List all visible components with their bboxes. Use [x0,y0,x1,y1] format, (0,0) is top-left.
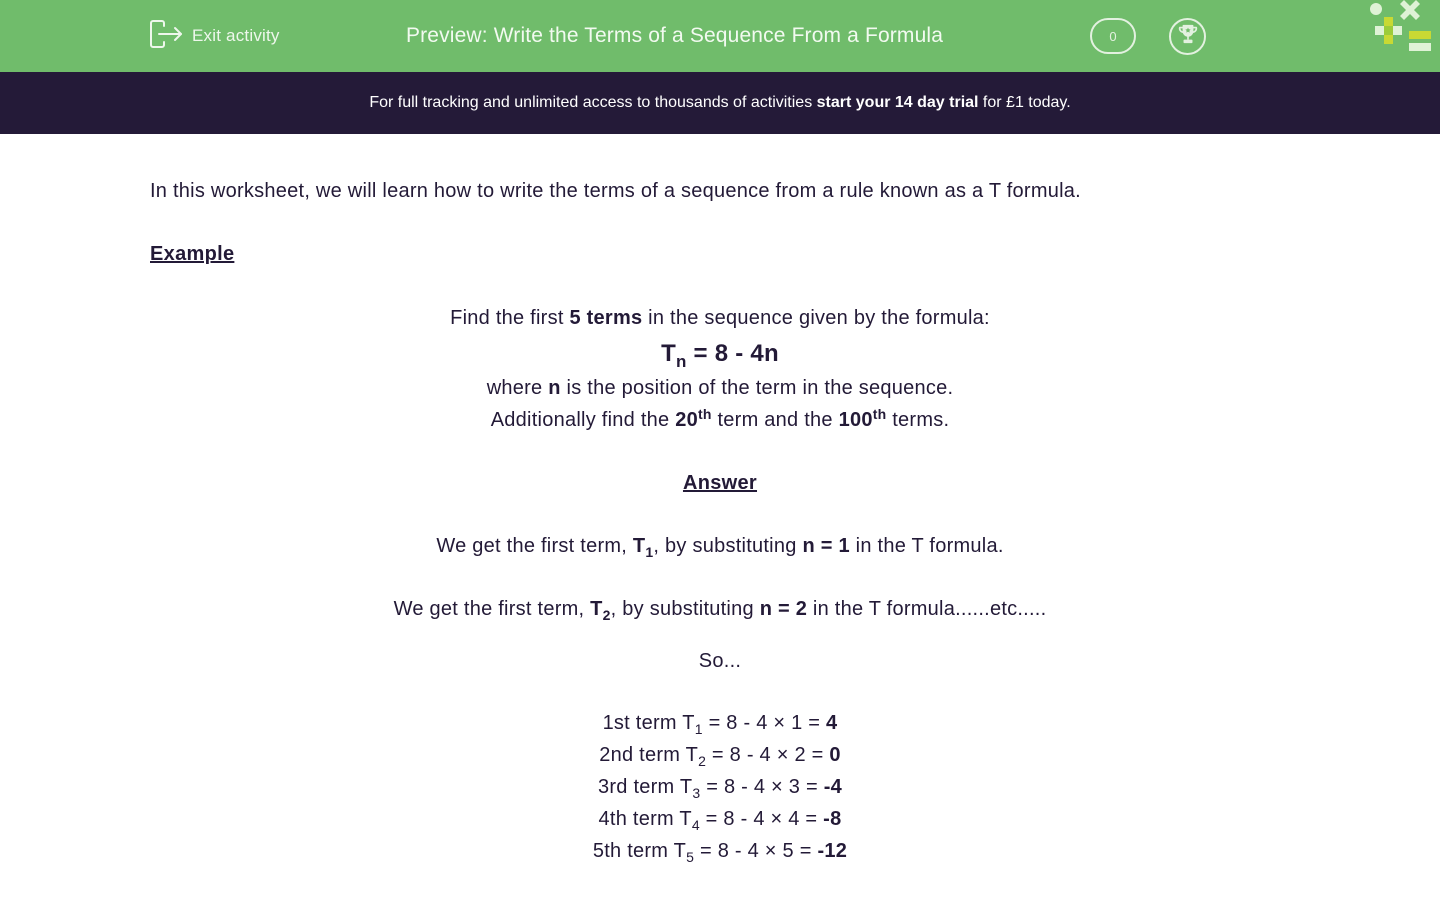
trophy-button[interactable] [1169,18,1206,55]
answer-heading-row: Answer [150,472,1290,495]
term-row: 2nd term T2 = 8 - 4 × 2 = 0 [599,744,841,769]
answer-line-1: We get the first term, T1, by substituti… [436,535,1004,560]
term-row: 4th term T4 = 8 - 4 × 4 = -8 [598,808,842,833]
exit-activity-label: Exit activity [192,26,280,45]
question-line-2: where n is the position of the term in t… [486,377,954,399]
answer-line-2: We get the first term, T2, by substituti… [393,598,1047,623]
banner-text-end: for £1 today. [978,94,1071,111]
intro-text: In this worksheet, we will learn how to … [150,180,1081,202]
answer-so: So... [698,650,742,672]
banner-text: For full tracking and unlimited access t… [369,94,817,111]
term-row: 1st term T1 = 8 - 4 × 1 = 4 [602,712,838,737]
formula: Tn = 8 - 4n [661,340,779,371]
page-title: Preview: Write the Terms of a Sequence F… [406,24,944,47]
question-line-1: Find the first 5 terms in the sequence g… [450,307,990,329]
logo-icon [1366,0,1440,56]
trial-link[interactable]: start your 14 day trial [817,94,979,112]
answer-heading: Answer [682,472,758,494]
score-badge[interactable]: 0 [1090,18,1136,54]
term-row: 3rd term T3 = 8 - 4 × 3 = -4 [598,776,842,801]
exit-activity-button[interactable]: Exit activity [150,19,280,53]
term-row: 5th term T5 = 8 - 4 × 5 = -12 [592,840,848,865]
question-line-3: Additionally find the 20th term and the … [490,406,950,431]
top-bar: Exit activity Preview: Write the Terms o… [0,0,1440,72]
trial-banner: For full tracking and unlimited access t… [0,72,1440,134]
trophy-icon [1177,23,1199,50]
exit-icon [150,19,183,53]
example-heading: Example [150,243,235,265]
